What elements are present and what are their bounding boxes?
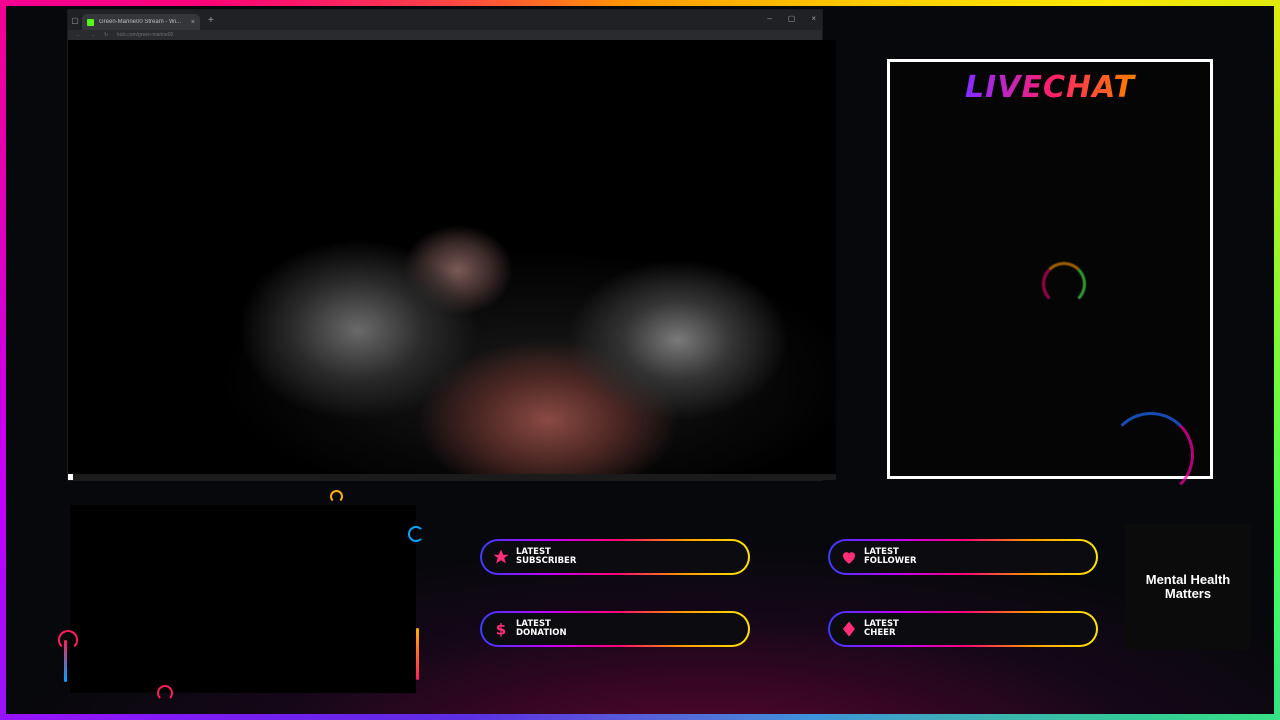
decorative-ring-icon [1108, 412, 1194, 498]
latest-subscriber-label: LATEST SUBSCRIBER [516, 547, 577, 566]
decorative-dot-icon [330, 490, 343, 503]
dollar-icon: $ [492, 620, 510, 638]
window-controls: – ▢ × [767, 14, 816, 23]
tab-actions-icon[interactable]: ▢ [68, 16, 82, 25]
video-progress-fill [68, 474, 73, 480]
tab-close-icon[interactable]: × [191, 19, 195, 26]
tab-title: Green-Marine00 Stream - Wi... [99, 19, 182, 25]
maximize-button[interactable]: ▢ [788, 14, 796, 23]
decorative-dot-icon [58, 630, 78, 650]
neon-accent-line [64, 640, 67, 682]
livechat-panel: LIVECHAT [887, 59, 1213, 498]
url-field[interactable]: kick.com/green-marine00 [117, 32, 814, 38]
heart-icon [840, 548, 858, 566]
browser-tab[interactable]: Green-Marine00 Stream - Wi... × [82, 14, 200, 30]
latest-donation-pill: $ LATEST DONATION [480, 611, 750, 647]
latest-follower-pill: LATEST FOLLOWER [828, 539, 1098, 575]
latest-donation-label: LATEST DONATION [516, 619, 567, 638]
kick-favicon-icon [87, 18, 94, 26]
close-window-button[interactable]: × [811, 14, 816, 23]
reload-icon[interactable]: ↻ [104, 32, 108, 38]
mental-health-box: Mental Health Matters [1125, 524, 1251, 650]
latest-cheer-pill: LATEST CHEER [828, 611, 1098, 647]
video-progress-bar[interactable] [68, 474, 836, 480]
decorative-dot-icon [157, 685, 173, 701]
address-bar: ← → ↻ kick.com/green-marine00 [68, 30, 822, 40]
decorative-ring-icon [1042, 262, 1086, 306]
livechat-title: LIVECHAT [890, 70, 1210, 105]
diamond-icon [840, 620, 858, 638]
webcam-frame [70, 505, 416, 693]
browser-window: ▢ Green-Marine00 Stream - Wi... × + – ▢ … [68, 10, 836, 480]
latest-cheer-label: LATEST CHEER [864, 619, 899, 638]
latest-subscriber-pill: LATEST SUBSCRIBER [480, 539, 750, 575]
back-icon[interactable]: ← [76, 32, 81, 38]
neon-accent-line [416, 628, 419, 680]
mental-health-text: Mental Health Matters [1145, 572, 1231, 601]
tab-bar: ▢ Green-Marine00 Stream - Wi... × + – ▢ … [68, 10, 822, 30]
svg-text:$: $ [496, 620, 506, 638]
minimize-button[interactable]: – [767, 14, 771, 23]
new-tab-button[interactable]: + [208, 15, 214, 26]
stream-video[interactable] [68, 40, 836, 480]
star-icon [492, 548, 510, 566]
decorative-dot-icon [408, 526, 424, 542]
latest-follower-label: LATEST FOLLOWER [864, 547, 917, 566]
forward-icon[interactable]: → [90, 32, 95, 38]
